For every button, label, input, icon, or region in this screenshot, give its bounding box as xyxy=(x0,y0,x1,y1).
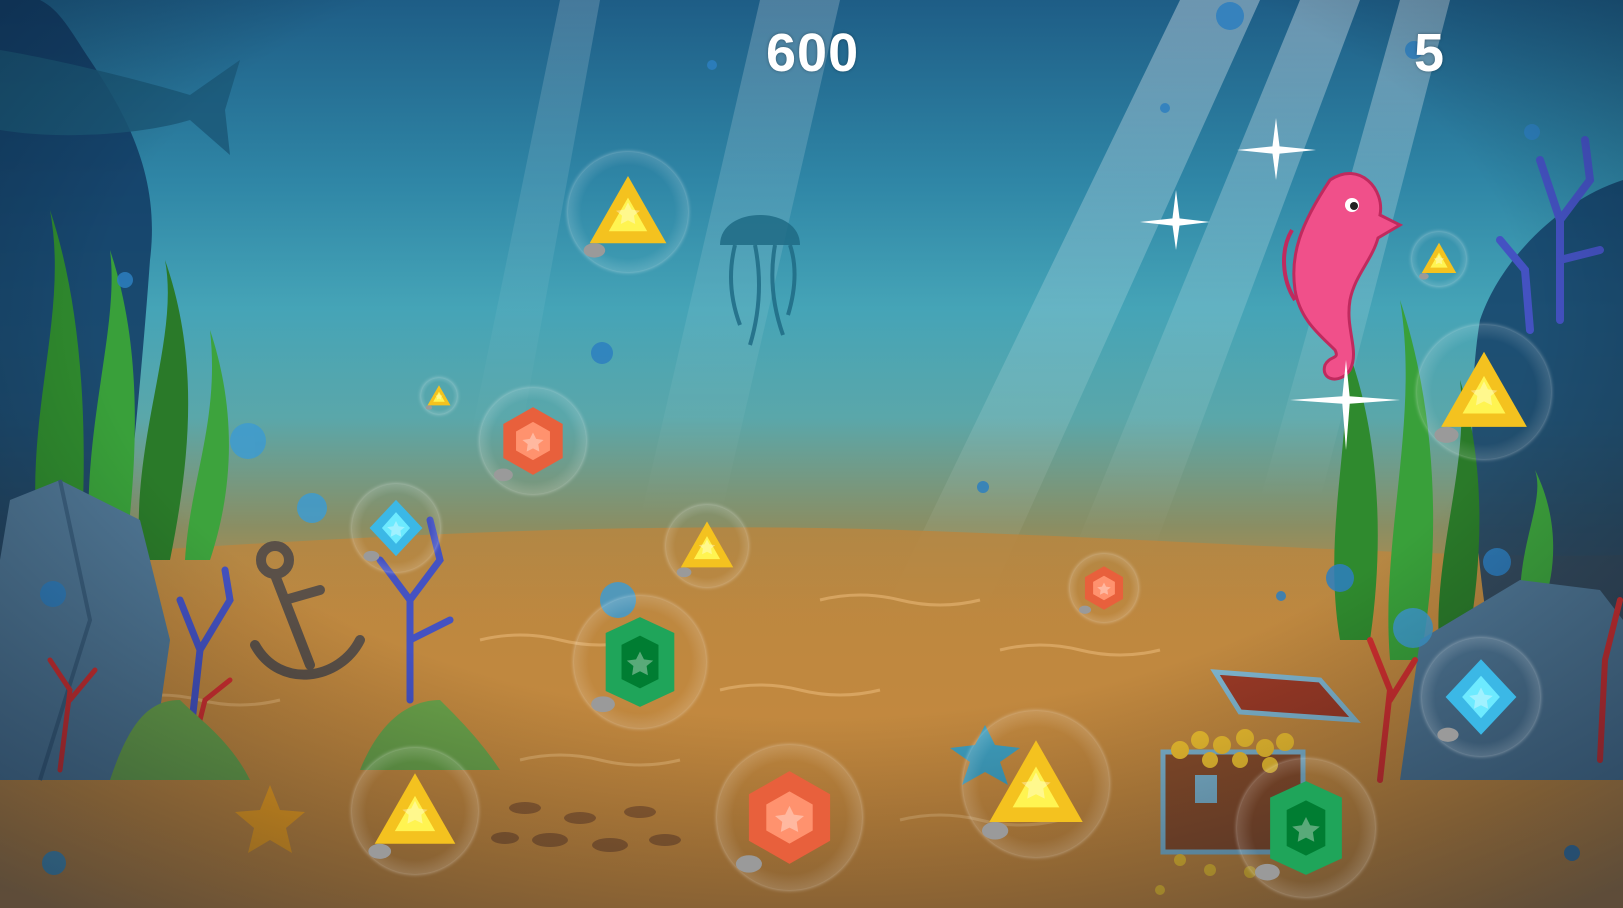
bubble-pebble xyxy=(368,843,392,859)
score-counter: 600 xyxy=(766,23,860,83)
gem-bubble[interactable] xyxy=(1237,759,1375,897)
gem-bubble[interactable] xyxy=(1417,325,1551,459)
bubble-pebble xyxy=(676,567,692,578)
bubble-pebble xyxy=(493,468,513,482)
gem-bubble[interactable] xyxy=(1422,638,1540,756)
bubble-pebble xyxy=(1437,727,1459,742)
bubble-pebble xyxy=(425,405,433,410)
bubble-pebble xyxy=(363,550,380,562)
game-stage[interactable]: 600 5 xyxy=(0,0,1623,908)
bubble-pebble xyxy=(583,243,606,258)
gem-bubble[interactable] xyxy=(352,748,478,874)
gem-bubble[interactable] xyxy=(421,378,457,414)
gem-bubble[interactable] xyxy=(1070,554,1138,622)
bubble-pebble xyxy=(1419,273,1429,280)
gem-bubble[interactable] xyxy=(1412,232,1466,286)
bubble-pebble xyxy=(591,696,615,713)
gem-bubble[interactable] xyxy=(480,388,586,494)
gem-bubble[interactable] xyxy=(717,745,862,890)
gem-bubble[interactable] xyxy=(352,484,440,572)
bubble-pebble xyxy=(1434,426,1459,443)
bubble-pebble xyxy=(735,855,762,873)
bubble-pebble xyxy=(981,821,1009,840)
gem-bubble[interactable] xyxy=(963,711,1109,857)
gem-bubble[interactable] xyxy=(666,505,748,587)
lives-counter: 5 xyxy=(1414,23,1446,83)
gem-bubble[interactable] xyxy=(568,152,688,272)
bubble-pebble xyxy=(1254,863,1280,881)
gem-bubble[interactable] xyxy=(574,596,706,728)
bubble-pebble xyxy=(1078,605,1092,614)
